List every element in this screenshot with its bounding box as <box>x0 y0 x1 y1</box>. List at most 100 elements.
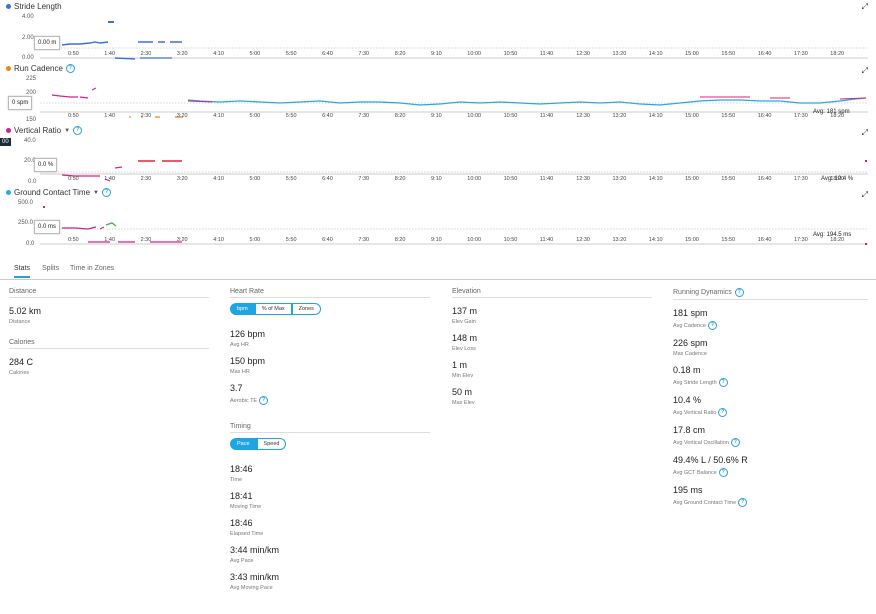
data-segment <box>105 222 117 227</box>
x-tick: 5:00 <box>249 113 261 119</box>
x-tick: 9:10 <box>431 51 442 57</box>
stat-label-max-hr: Max HR <box>230 369 250 375</box>
help-icon[interactable]: ? <box>707 321 717 330</box>
x-tick: 3:20 <box>176 237 188 243</box>
avg-label-cadence: Avg: 181 spm <box>813 109 850 115</box>
stat-value-avg-moving-pace: 3:43 min/km <box>230 572 280 582</box>
help-icon[interactable]: ? <box>730 438 740 447</box>
help-icon[interactable]: ? <box>718 378 728 387</box>
toggle-bpm[interactable]: bpm <box>230 303 255 315</box>
chart-title-text: Run Cadence <box>14 64 63 73</box>
toggle-pace[interactable]: Pace <box>230 438 257 450</box>
label-text: Avg Ground Contact Time <box>673 499 737 506</box>
expand-icon[interactable]: ⤢ <box>862 128 868 138</box>
x-tick: 13:20 <box>612 176 627 182</box>
x-tick: 8:20 <box>394 113 406 119</box>
data-segment <box>62 226 105 230</box>
x-tick: 9:10 <box>431 176 442 182</box>
tab-splits[interactable]: Splits <box>42 265 59 272</box>
stat-label-moving-time: Moving Time <box>230 504 262 510</box>
x-tick: 7:30 <box>358 237 370 243</box>
help-icon[interactable]: ? <box>259 396 269 405</box>
y-tick: 225 <box>26 76 37 82</box>
x-tick: 8:20 <box>394 51 406 57</box>
stats-column-heart-rate: Heart Rate bpm % of Max Zones 126 bpm Av… <box>230 288 430 591</box>
x-tick: 9:10 <box>431 113 442 119</box>
x-tick: 11:40 <box>539 176 554 182</box>
stat-label-elapsed-time: Elapsed Time <box>230 531 264 537</box>
chevron-down-icon[interactable]: ▼ <box>64 128 70 134</box>
x-tick: 5:00 <box>249 237 261 243</box>
tab-stats[interactable]: Stats <box>14 265 30 278</box>
x-tick: 12:30 <box>576 51 590 57</box>
toggle-speed[interactable]: Speed <box>256 438 287 450</box>
tab-time-in-zones[interactable]: Time in Zones <box>70 265 114 272</box>
stat-value-rd: 17.8 cm <box>673 425 706 435</box>
x-tick: 11:40 <box>539 113 554 119</box>
x-tick: 6:40 <box>322 237 333 243</box>
x-tick: 3:20 <box>176 176 188 182</box>
x-tick: 5:50 <box>285 176 297 182</box>
stat-value-avg-hr: 126 bpm <box>230 329 266 339</box>
stat-label-aerobic-te: Aerobic TE? <box>230 396 430 405</box>
avg-label-gct: Avg: 194.5 ms <box>813 232 852 238</box>
x-tick: 12:30 <box>576 113 590 119</box>
chart-title-gct: Ground Contact Time ▼ ? <box>6 188 111 197</box>
y-tick: 0.0 <box>28 179 37 185</box>
x-tick: 0:50 <box>68 51 79 57</box>
x-ticks-gct: 0:50 1:40 2:30 3:20 4:10 5:00 5:50 6:40 7:30 8:20… <box>0 237 876 245</box>
section-header-heart-rate: Heart Rate <box>230 288 430 298</box>
x-tick: 17:30 <box>794 113 808 119</box>
x-tick: 15:50 <box>721 176 736 182</box>
help-icon[interactable]: ? <box>738 498 748 507</box>
stat-value-rd: 10.4 % <box>673 395 702 405</box>
help-icon[interactable]: ? <box>734 288 744 297</box>
avg-label-vratio: Avg: 10.4 % <box>821 176 854 182</box>
charts-svg[interactable] <box>0 0 876 262</box>
stat-value-elapsed-time: 18:46 <box>230 518 253 528</box>
chart-title-text: Ground Contact Time <box>14 188 91 197</box>
stats-column-running-dynamics: Running Dynamics? 181 spm Avg Cadence? 226… <box>673 288 868 507</box>
x-tick: 16:40 <box>757 113 772 119</box>
stat-value-rd: 0.18 m <box>673 365 701 375</box>
help-icon[interactable]: ? <box>718 468 728 477</box>
stat-value-rd: 195 ms <box>673 485 703 495</box>
stat-value-elev-gain: 137 m <box>452 306 478 316</box>
x-tick: 4:10 <box>213 176 224 182</box>
y-tick: 0.0 <box>26 241 35 247</box>
x-tick: 0:50 <box>68 113 79 119</box>
stat-value-max-hr: 150 bpm <box>230 356 266 366</box>
stat-value-aerobic-te: 3.7 <box>230 383 243 393</box>
help-icon[interactable]: ? <box>102 188 111 197</box>
x-tick: 1:40 <box>104 51 116 57</box>
stat-value-time: 18:46 <box>230 464 253 474</box>
x-tick: 6:40 <box>322 176 333 182</box>
x-tick: 5:00 <box>249 176 261 182</box>
y-tick: 40.0 <box>24 138 36 144</box>
x-tick: 15:50 <box>721 237 736 243</box>
tooltip-gct: 0.0 ms <box>34 220 61 234</box>
section-header-timing: Timing <box>230 423 430 433</box>
data-point <box>865 160 867 162</box>
stat-label-max-elev: Max Elev <box>452 400 475 406</box>
x-tick: 11:40 <box>539 237 554 243</box>
expand-icon[interactable]: ⤢ <box>862 66 868 76</box>
chart-title-vratio: Vertical Ratio ▼ ? <box>6 126 83 135</box>
x-tick: 15:00 <box>685 113 699 119</box>
timing-unit-toggle: Pace Speed <box>230 438 430 450</box>
help-icon[interactable]: ? <box>73 126 83 135</box>
expand-icon[interactable]: ⤢ <box>862 190 868 200</box>
toggle-zones[interactable]: Zones <box>291 303 321 315</box>
x-tick: 14:10 <box>648 237 663 243</box>
help-icon[interactable]: ? <box>65 64 75 73</box>
x-tick: 10:00 <box>467 237 482 243</box>
x-tick: 5:50 <box>285 113 297 119</box>
x-tick: 15:00 <box>685 237 699 243</box>
help-icon[interactable]: ? <box>718 408 728 417</box>
x-tick: 15:00 <box>685 51 699 57</box>
x-tick: 16:40 <box>757 51 772 57</box>
chevron-down-icon[interactable]: ▼ <box>93 190 99 196</box>
toggle-percent-max[interactable]: % of Max <box>254 303 292 315</box>
x-tick: 15:00 <box>685 176 699 182</box>
stat-value-rd: 226 spm <box>673 338 708 348</box>
